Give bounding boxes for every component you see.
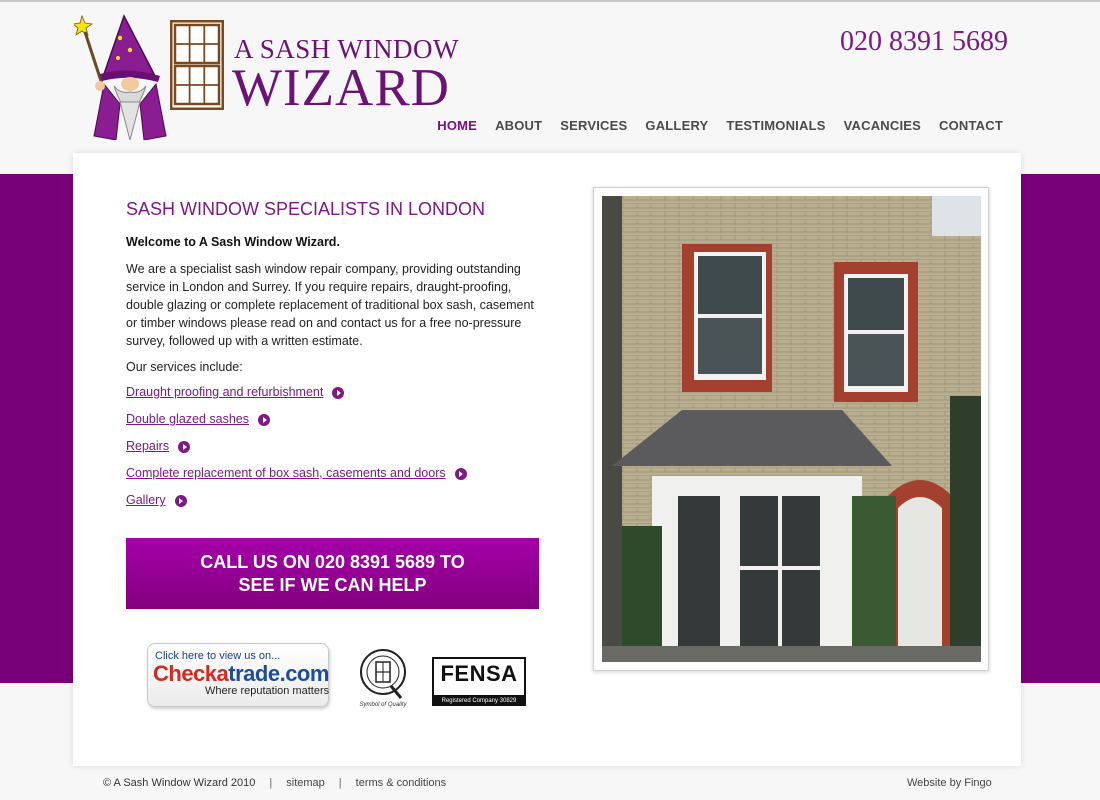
nav-home[interactable]: HOME [428,118,486,133]
service-link-replacement[interactable]: Complete replacement of box sash, caseme… [126,466,446,480]
main-navigation: HOME ABOUT SERVICES GALLERY TESTIMONIALS… [428,118,1012,133]
footer-links: © A Sash Window Wizard 2010 | sitemap | … [103,777,446,789]
fensa-logo-text: FENSA [440,661,518,686]
house-photo-frame [593,187,989,671]
footer-terms-link[interactable]: terms & conditions [356,777,446,789]
header-phone-number[interactable]: 020 8391 5689 [840,26,1008,58]
service-link-gallery[interactable]: Gallery [126,493,166,507]
quality-seal-caption: Symbol of Quality [359,702,407,708]
list-item: Draught proofing and refurbishment [126,385,467,412]
content-card: SASH WINDOW SPECIALISTS IN LONDON Welcom… [73,153,1021,766]
sash-window-icon [170,20,224,110]
nav-services[interactable]: SERVICES [551,118,636,133]
footer-separator: | [338,777,342,789]
fensa-badge: FENSA Registered Company 30829 [432,657,526,706]
footer-separator: | [269,777,273,789]
checkatrade-badge[interactable]: Click here to view us on... Checkatrade.… [147,643,329,707]
service-link-repairs[interactable]: Repairs [126,439,169,453]
fensa-registration: Registered Company 30829 [432,697,526,706]
services-intro: Our services include: [126,360,243,374]
footer-copyright: © A Sash Window Wizard 2010 [103,777,256,789]
top-border [0,0,1100,2]
nav-testimonials[interactable]: TESTIMONIALS [717,118,834,133]
service-link-draught-proofing[interactable]: Draught proofing and refurbishment [126,385,323,399]
checkatrade-tagline: Where reputation matters [205,685,330,697]
list-item: Complete replacement of box sash, caseme… [126,466,467,493]
play-circle-icon[interactable] [174,495,187,507]
cta-line-1: CALL US ON 020 8391 5689 TO [200,551,465,572]
wizard-mascot-icon [74,14,167,140]
nav-contact[interactable]: CONTACT [930,118,1012,133]
checkatrade-brand-red: Checka [153,661,229,686]
list-item: Gallery [126,493,467,520]
nav-gallery[interactable]: GALLERY [636,118,717,133]
play-circle-icon[interactable] [178,441,191,453]
footer-credit: Website by Fingo [907,777,992,789]
intro-paragraph: We are a specialist sash window repair c… [126,262,534,348]
checkatrade-brand-blue: trade.com [228,661,329,686]
nav-about[interactable]: ABOUT [486,118,551,133]
logo-text-wizard: WIZARD [232,59,450,117]
footer-sitemap-link[interactable]: sitemap [286,777,325,789]
services-list: Draught proofing and refurbishment Doubl… [126,385,467,520]
cta-line-2: SEE IF WE CAN HELP [238,574,427,595]
play-circle-icon[interactable] [332,387,345,399]
checkatrade-logo: Checkatrade.com [153,661,329,687]
call-us-button[interactable]: CALL US ON 020 8391 5689 TO SEE IF WE CA… [126,538,539,609]
page-heading: SASH WINDOW SPECIALISTS IN LONDON [126,199,486,219]
play-circle-icon[interactable] [258,414,270,426]
site-logo[interactable]: A SASH WINDOW WIZARD [74,14,474,144]
footer-credit-link[interactable]: Website by Fingo [907,777,992,789]
list-item: Double glazed sashes [126,412,467,439]
play-circle-icon[interactable] [454,468,467,480]
list-item: Repairs [126,439,467,466]
service-link-double-glazed[interactable]: Double glazed sashes [126,412,249,426]
welcome-text: Welcome to A Sash Window Wizard. [126,235,340,249]
nav-vacancies[interactable]: VACANCIES [835,118,930,133]
house-photo [602,196,981,662]
